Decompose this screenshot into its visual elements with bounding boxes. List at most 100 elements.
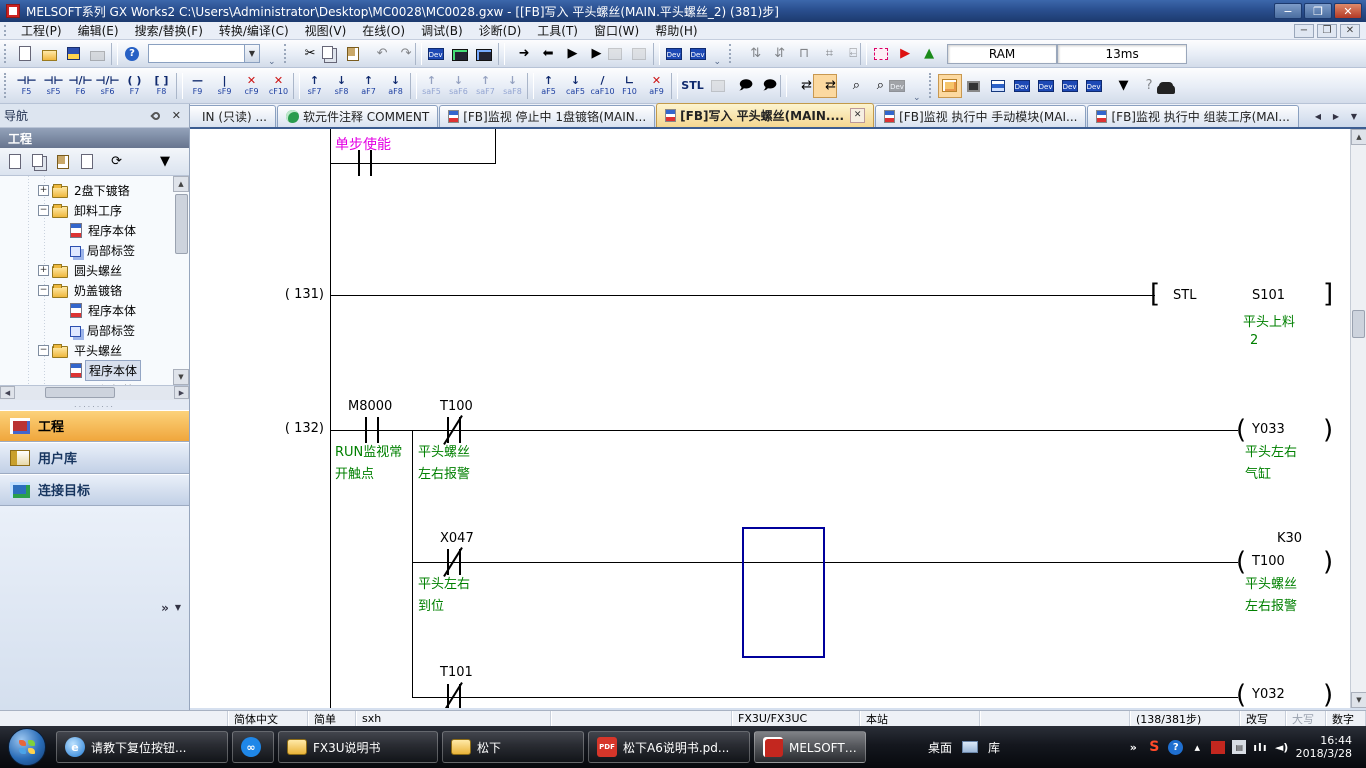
device-write-button[interactable] — [424, 42, 448, 66]
tree-expand-icon[interactable]: + — [38, 265, 49, 276]
device-comment-edit-button[interactable]: 🗩 — [730, 74, 754, 98]
tree-program-body[interactable]: 程序本体 — [0, 220, 189, 240]
toolbar-overflow-icon[interactable]: ⌄ — [710, 57, 726, 67]
result-falling-button[interactable]: ↓ caF5 — [562, 70, 589, 102]
combo-dropdown-icon[interactable]: ▼ — [244, 45, 259, 62]
undo-button[interactable]: ↶ — [365, 42, 389, 66]
monitor-warning-icon[interactable]: ▲ — [917, 42, 941, 66]
tab-fb-monitor-manual[interactable]: [FB]监视 执行中 手动模块(MAI... — [875, 105, 1086, 127]
ladder-editor[interactable]: 单步使能 ( 131) [ STL S101 ] 平头上料 2 ( 132) M… — [190, 129, 1366, 708]
minimize-button[interactable]: − — [1274, 3, 1302, 19]
ladder-tool-button[interactable] — [671, 73, 678, 99]
device-batch-monitor-button[interactable] — [472, 42, 496, 66]
panel-menu-icon[interactable]: ▼ — [175, 603, 181, 612]
desktop-toolbar-label[interactable]: 桌面 — [928, 739, 952, 756]
delete-horizontal-line-button[interactable]: ✕ cF9 — [238, 70, 265, 102]
toolbar-button[interactable] — [860, 43, 867, 65]
monitor-write-mode-button[interactable]: ⌕ — [861, 74, 885, 98]
coil-button[interactable]: ( ) F7 — [121, 70, 148, 102]
tab-close-button[interactable]: ✕ — [850, 108, 865, 123]
tray-overflow-chevron[interactable]: » — [1126, 739, 1140, 755]
project-tool-button[interactable] — [124, 151, 146, 173]
open-branch-button[interactable]: ⊣⊢ sF5 — [40, 70, 67, 102]
read-mode-button[interactable]: ⇄ — [789, 74, 813, 98]
closed-branch-button[interactable]: ⊣/⊢ sF6 — [94, 70, 121, 102]
device-display-format-button[interactable] — [1082, 74, 1106, 98]
monitor-start-button[interactable]: ▶ — [555, 42, 579, 66]
library-toolbar-label[interactable]: 库 — [988, 739, 1000, 756]
program-check-button[interactable]: ⍇ — [834, 42, 858, 66]
tree-folder-plate2[interactable]: + 2盘下镀铬 — [0, 180, 189, 200]
clipboard-tray-icon[interactable]: ▤ — [1232, 740, 1246, 754]
menu-item[interactable]: 帮助(H) — [647, 21, 705, 40]
menu-item[interactable]: 搜索/替换(F) — [127, 21, 211, 40]
pulse-not-branch-close-button[interactable]: ↓ saF8 — [499, 70, 526, 102]
paste-data-button[interactable] — [52, 151, 74, 173]
stl-instruction-button[interactable]: STL — [679, 70, 706, 102]
tree-expand-icon[interactable] — [54, 325, 65, 336]
tree-expand-icon[interactable]: − — [38, 345, 49, 356]
redo-button[interactable]: ↷ — [389, 42, 413, 66]
pulse-not-close-button[interactable]: ↓ saF6 — [445, 70, 472, 102]
print-button[interactable] — [85, 42, 109, 66]
tree-scroll-down-icon[interactable]: ▼ — [173, 369, 189, 385]
pause-button[interactable] — [603, 42, 627, 66]
menu-item[interactable]: 编辑(E) — [70, 21, 127, 40]
verify-button[interactable]: ⇵ — [762, 42, 786, 66]
delete-vertical-line-button[interactable]: ✕ cF10 — [265, 70, 292, 102]
show-hidden-icons[interactable]: ▴ — [1190, 739, 1204, 755]
ladder-cursor[interactable] — [742, 527, 825, 658]
toolbar-overflow-icon[interactable]: ⌄ — [909, 93, 925, 103]
scroll-up-icon[interactable]: ▲ — [1351, 129, 1366, 145]
rising-pulse-branch-button[interactable]: ↑ aF7 — [355, 70, 382, 102]
task-ie[interactable]: e 请教下复位按钮... — [56, 731, 228, 763]
write-mode-button[interactable]: ⇄ — [813, 74, 837, 98]
device-display-button[interactable] — [885, 74, 909, 98]
copy-button[interactable] — [317, 42, 341, 66]
scroll-left-icon[interactable]: ◀ — [0, 386, 15, 399]
branch-line-button[interactable]: ∟ F10 — [616, 70, 643, 102]
tree-expand-icon[interactable]: − — [38, 285, 49, 296]
scroll-right-icon[interactable]: ▶ — [174, 386, 189, 399]
application-instruction-button[interactable]: [ ] F8 — [148, 70, 175, 102]
result-rising-button[interactable]: ↑ aF5 — [535, 70, 562, 102]
context-help-button[interactable]: ? — [1130, 74, 1154, 98]
tree-local-label[interactable]: 局部标签 — [0, 320, 189, 340]
help-tray-icon[interactable]: ? — [1168, 740, 1183, 755]
toolbar-button[interactable] — [780, 75, 787, 97]
remote-operation-button[interactable]: ⊓ — [786, 42, 810, 66]
find-button[interactable] — [1154, 74, 1178, 98]
menu-item[interactable]: 工具(T) — [529, 21, 586, 40]
restore-button[interactable]: ❐ — [1304, 3, 1332, 19]
tree-program-body-selected[interactable]: 程序本体 — [0, 360, 189, 380]
child-minimize-button[interactable]: − — [1294, 24, 1314, 38]
panel-splitter[interactable]: ......... — [0, 400, 189, 410]
menu-item[interactable]: 诊断(D) — [471, 21, 530, 40]
app-tray-icon[interactable] — [1211, 741, 1225, 754]
toolbar-button[interactable] — [653, 43, 660, 65]
intelligent-monitor-button[interactable] — [1058, 74, 1082, 98]
find-combobox[interactable]: ▼ — [148, 44, 260, 63]
panel-chevron-icon[interactable]: » — [161, 601, 169, 615]
transfer-setup-button[interactable]: ⇅ — [738, 42, 762, 66]
display-format-dropdown[interactable]: ▼ — [1106, 74, 1130, 98]
task-cloud-app[interactable]: ∞ — [232, 731, 274, 763]
toolbar-button[interactable] — [111, 43, 118, 65]
monitor-read-mode-button[interactable]: ⌕ — [837, 74, 861, 98]
tree-expand-icon[interactable] — [54, 305, 65, 316]
sampling-trace-button[interactable]: ⌗ — [810, 42, 834, 66]
menu-item[interactable]: 视图(V) — [297, 21, 355, 40]
scrollbar-thumb[interactable] — [1352, 310, 1365, 338]
refresh-button[interactable]: ⟳ — [100, 151, 122, 173]
sidebar-close-icon[interactable]: ✕ — [168, 109, 185, 122]
tree-expand-icon[interactable] — [54, 225, 65, 236]
navigation-window-button[interactable] — [938, 74, 962, 98]
ladder-tool-button[interactable] — [176, 73, 183, 99]
new-data-button[interactable] — [4, 151, 26, 173]
cut-button[interactable]: ✂ — [293, 42, 317, 66]
tree-folder-unload[interactable]: − 卸料工序 — [0, 200, 189, 220]
step-button[interactable] — [627, 42, 651, 66]
element-selection-button[interactable] — [962, 74, 986, 98]
tree-expand-icon[interactable] — [54, 245, 65, 256]
monitor-mode-button[interactable] — [448, 42, 472, 66]
